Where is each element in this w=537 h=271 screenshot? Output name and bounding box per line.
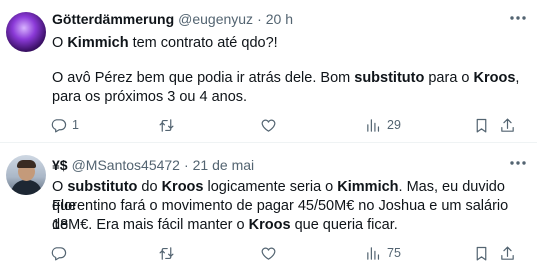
separator-dot: · [257, 11, 262, 27]
text-segment: do [137, 179, 162, 195]
user-handle[interactable]: @MSantos45472 [72, 157, 180, 173]
view-count: 29 [387, 118, 401, 132]
highlighted-keyword: Kroos [161, 179, 204, 195]
tweet[interactable]: ¥$ @MSantos45472 · 21 de mai O substitut… [0, 143, 537, 271]
like-icon [261, 247, 276, 260]
reply-button[interactable]: 1 [50, 115, 79, 135]
share-icon [501, 118, 514, 132]
reply-icon [51, 246, 67, 260]
bookmark-icon [476, 118, 487, 132]
avatar[interactable] [6, 12, 46, 52]
tweet-text-line: O avô Pérez bem que podia ir atrás dele.… [52, 69, 528, 88]
avatar[interactable] [6, 155, 46, 195]
tweet-text-line: para os próximos 3 ou 4 anos. [52, 88, 528, 107]
bookmark-button[interactable] [473, 243, 490, 263]
tweet-text-line: O Kimmich tem contrato até qdo?! [52, 34, 528, 53]
text-segment: tem contrato até qdo?! [128, 35, 278, 51]
highlighted-keyword: substituto [354, 70, 425, 86]
views-button[interactable]: 75 [365, 243, 401, 263]
separator-dot: · [183, 157, 189, 173]
view-count: 75 [387, 246, 401, 260]
text-segment: , [515, 70, 520, 86]
like-button[interactable] [260, 115, 282, 135]
timestamp[interactable]: 20 h [266, 11, 293, 27]
text-segment: O avô Pérez bem que podia ir atrás dele.… [52, 70, 355, 86]
views-button[interactable]: 29 [365, 115, 401, 135]
retweet-button[interactable] [158, 243, 180, 263]
action-bar: 1 29 [50, 115, 525, 135]
highlighted-keyword: Kimmich [337, 179, 399, 195]
display-name[interactable]: ¥$ [52, 157, 68, 173]
retweet-icon [159, 118, 174, 132]
text-segment: para os próximos 3 ou 4 anos. [52, 89, 248, 105]
like-icon [261, 119, 276, 132]
highlighted-keyword: Kroos [473, 70, 516, 86]
tweet-text-line: 18M€. Era mais fácil manter o Kroos que … [52, 216, 528, 235]
bookmark-icon [476, 246, 487, 260]
highlighted-keyword: substituto [67, 179, 138, 195]
display-name[interactable]: Götterdämmerung [52, 11, 174, 27]
tweet-header: Götterdämmerung @eugenyuz · 20 h [52, 9, 293, 29]
reply-button[interactable] [50, 243, 72, 263]
text-segment: O [52, 35, 68, 51]
text-segment: para o [424, 70, 474, 86]
more-dots-icon [510, 16, 526, 20]
like-button[interactable] [260, 243, 282, 263]
bookmark-button[interactable] [473, 115, 490, 135]
text-segment: 18M€. Era mais fácil manter o [52, 217, 249, 233]
highlighted-keyword: Kimmich [67, 35, 129, 51]
action-bar: 75 [50, 243, 525, 263]
share-button[interactable] [499, 243, 516, 263]
user-handle[interactable]: @eugenyuz [178, 11, 253, 27]
views-icon [367, 246, 380, 260]
more-dots-icon [510, 161, 526, 165]
tweet-header: ¥$ @MSantos45472 · 21 de mai [52, 155, 254, 175]
more-options-button[interactable] [507, 8, 529, 28]
retweet-icon [159, 246, 174, 260]
retweet-button[interactable] [158, 115, 180, 135]
share-icon [501, 246, 514, 260]
reply-icon [51, 118, 67, 132]
text-segment: logicamente seria o [203, 179, 338, 195]
timestamp[interactable]: 21 de mai [193, 157, 254, 173]
text-segment: que queria ficar. [290, 217, 398, 233]
share-button[interactable] [499, 115, 516, 135]
highlighted-keyword: Kroos [248, 217, 291, 233]
text-segment: O [52, 179, 68, 195]
more-options-button[interactable] [507, 153, 529, 173]
views-icon [367, 118, 380, 132]
tweet[interactable]: Götterdämmerung @eugenyuz · 20 h O Kimmi… [0, 0, 537, 142]
reply-count: 1 [72, 118, 79, 132]
